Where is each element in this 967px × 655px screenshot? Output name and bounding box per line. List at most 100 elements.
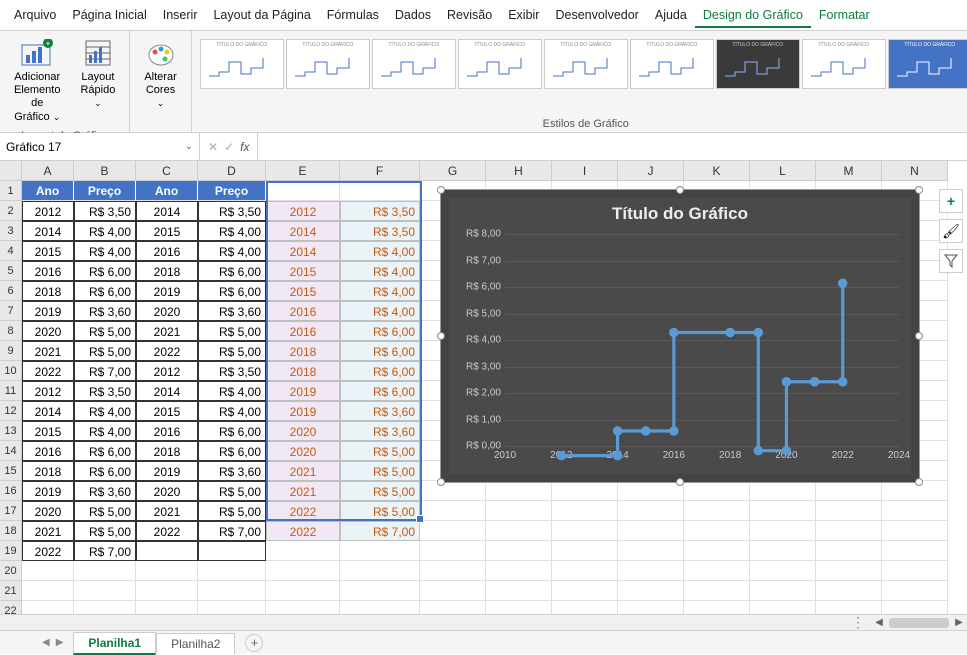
cell[interactable]: 2020 [136,301,198,321]
cell[interactable]: 2019 [136,461,198,481]
cell[interactable]: 2021 [266,461,340,481]
chart-title[interactable]: Título do Gráfico [449,198,911,228]
cell[interactable]: 2022 [266,501,340,521]
cell[interactable] [136,541,198,561]
cell[interactable]: 2020 [136,481,198,501]
cell[interactable]: R$ 5,00 [340,501,420,521]
resize-handle[interactable] [676,186,684,194]
col-header[interactable]: K [684,161,750,181]
resize-handle[interactable] [437,478,445,486]
add-sheet-button[interactable]: + [245,634,263,652]
menu-desenvolvedor[interactable]: Desenvolvedor [547,4,646,28]
cell[interactable]: R$ 7,00 [198,521,266,541]
chevron-down-icon[interactable]: ⌄ [185,141,193,152]
row-header[interactable]: 20 [0,561,22,581]
scroll-right-button[interactable]: ▶ [951,617,967,628]
cell[interactable]: R$ 4,00 [74,221,136,241]
cell[interactable]: R$ 3,60 [74,481,136,501]
col-header[interactable]: J [618,161,684,181]
row-header[interactable]: 14 [0,441,22,461]
accept-formula-icon[interactable]: ✓ [224,140,234,154]
col-header[interactable]: C [136,161,198,181]
row-header[interactable]: 2 [0,201,22,221]
cell[interactable]: 2019 [266,401,340,421]
cell[interactable]: 2020 [22,321,74,341]
cell[interactable]: 2021 [22,341,74,361]
sheet-nav-prev[interactable]: ◀ [40,637,52,648]
menu-arquivo[interactable]: Arquivo [6,4,64,28]
cell[interactable]: R$ 3,60 [340,401,420,421]
cell[interactable]: 2022 [22,541,74,561]
cell[interactable]: 2018 [136,261,198,281]
resize-handle[interactable] [915,332,923,340]
chart-filters-button[interactable] [939,249,963,273]
cell[interactable]: R$ 3,60 [198,461,266,481]
menu-layout-pagina[interactable]: Layout da Página [205,4,318,28]
cell[interactable]: R$ 5,00 [340,441,420,461]
chart-style-4[interactable]: TÍTULO DO GRÁFICO [458,39,542,89]
name-box[interactable]: Gráfico 17 ⌄ [0,133,200,160]
col-header[interactable]: A [22,161,74,181]
cell[interactable]: R$ 4,00 [198,381,266,401]
cell[interactable]: R$ 4,00 [340,281,420,301]
cell[interactable]: R$ 3,60 [74,301,136,321]
col-header[interactable]: N [882,161,948,181]
cell[interactable]: R$ 6,00 [340,321,420,341]
menu-pagina-inicial[interactable]: Página Inicial [64,4,154,28]
cell[interactable]: R$ 5,00 [340,481,420,501]
row-header[interactable]: 7 [0,301,22,321]
chart-style-9[interactable]: TÍTULO DO GRÁFICO [888,39,967,89]
table-header[interactable]: Preço [74,181,136,201]
cell[interactable]: R$ 6,00 [340,341,420,361]
chart-style-2[interactable]: TÍTULO DO GRÁFICO [286,39,370,89]
cell[interactable]: 2014 [266,221,340,241]
cell[interactable]: 2018 [266,341,340,361]
menu-exibir[interactable]: Exibir [500,4,547,28]
menu-inserir[interactable]: Inserir [155,4,206,28]
resize-handle[interactable] [915,186,923,194]
row-header[interactable]: 17 [0,501,22,521]
cell[interactable]: R$ 3,50 [74,201,136,221]
menu-revisao[interactable]: Revisão [439,4,500,28]
menu-formatar[interactable]: Formatar [811,4,878,28]
cell[interactable]: 2018 [22,281,74,301]
cell[interactable]: R$ 3,50 [198,361,266,381]
cell[interactable]: 2014 [136,201,198,221]
cell[interactable]: 2012 [136,361,198,381]
cell[interactable]: R$ 7,00 [340,521,420,541]
cell[interactable]: 2015 [266,281,340,301]
row-header[interactable]: 1 [0,181,22,201]
row-header[interactable]: 3 [0,221,22,241]
row-header[interactable]: 22 [0,601,22,614]
cell[interactable]: 2016 [136,241,198,261]
cell[interactable]: R$ 5,00 [74,521,136,541]
chart-style-1[interactable]: TÍTULO DO GRÁFICO [200,39,284,89]
sheet-nav-next[interactable]: ▶ [54,637,66,648]
cell[interactable]: 2021 [136,321,198,341]
col-header[interactable]: B [74,161,136,181]
cell[interactable]: R$ 5,00 [74,501,136,521]
cell[interactable]: 2021 [136,501,198,521]
chart-style-3[interactable]: TÍTULO DO GRÁFICO [372,39,456,89]
cell[interactable]: 2012 [22,381,74,401]
chart-elements-button[interactable]: + [939,189,963,213]
cell[interactable]: R$ 6,00 [340,381,420,401]
cell[interactable] [266,541,340,561]
cell[interactable]: R$ 3,60 [198,301,266,321]
row-header[interactable]: 16 [0,481,22,501]
cell[interactable]: R$ 4,00 [198,241,266,261]
cancel-formula-icon[interactable]: ✕ [208,140,218,154]
cell[interactable]: R$ 5,00 [74,321,136,341]
row-header[interactable]: 18 [0,521,22,541]
cell[interactable]: R$ 6,00 [74,461,136,481]
formula-input[interactable] [258,137,967,156]
chart-style-7[interactable]: TÍTULO DO GRÁFICO [716,39,800,89]
cell[interactable]: 2016 [22,441,74,461]
resize-handle[interactable] [915,478,923,486]
scrollbar-options-icon[interactable]: ⋮ [847,614,871,631]
cell[interactable]: R$ 4,00 [74,421,136,441]
cell[interactable]: 2016 [266,321,340,341]
cell[interactable]: R$ 4,00 [340,301,420,321]
cell[interactable] [340,541,420,561]
menu-ajuda[interactable]: Ajuda [647,4,695,28]
